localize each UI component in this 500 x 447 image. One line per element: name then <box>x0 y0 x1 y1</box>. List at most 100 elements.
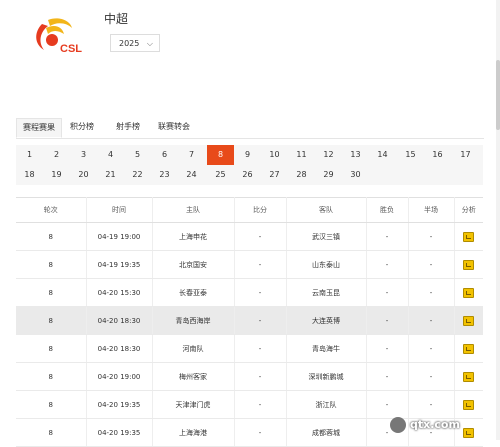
round-button-26[interactable]: 26 <box>234 165 261 185</box>
round-button-9[interactable]: 9 <box>234 145 261 165</box>
round-button-1[interactable]: 1 <box>16 145 43 165</box>
cell-time: 04-20 19:35 <box>86 418 153 447</box>
round-button-11[interactable]: 11 <box>288 145 315 165</box>
round-button-2[interactable]: 2 <box>43 145 70 165</box>
table-row: 8 04-19 19:35 北京国安 - 山东泰山 - - <box>16 250 483 279</box>
col-time-header: 时间 <box>86 197 153 223</box>
cell-time: 04-19 19:00 <box>86 222 153 251</box>
round-button-15[interactable]: 15 <box>397 145 424 165</box>
cell-away[interactable]: 山东泰山 <box>286 250 367 279</box>
round-button-30[interactable]: 30 <box>342 165 369 185</box>
col-result-header: 胜负 <box>366 197 409 223</box>
round-button-8[interactable]: 8 <box>207 145 234 165</box>
cell-time: 04-19 19:35 <box>86 250 153 279</box>
cell-away[interactable]: 深圳新鹏城 <box>286 362 367 391</box>
page-title: 中超 <box>104 12 129 26</box>
round-button-13[interactable]: 13 <box>342 145 369 165</box>
round-button-5[interactable]: 5 <box>124 145 151 165</box>
cell-home[interactable]: 上海海港 <box>152 418 235 447</box>
schedule-table: 轮次 时间 主队 比分 客队 胜负 半场 分析 8 04-19 19:00 上海… <box>16 197 483 447</box>
watermark: qtx.com <box>390 414 490 436</box>
cell-half: - <box>408 278 455 307</box>
tab-standings[interactable]: 积分榜 <box>70 118 94 138</box>
table-row: 8 04-19 19:00 上海申花 - 武汉三镇 - - <box>16 222 483 251</box>
round-button-3[interactable]: 3 <box>70 145 97 165</box>
round-button-24[interactable]: 24 <box>178 165 205 185</box>
table-row: 8 04-20 18:30 河南队 - 青岛海牛 - - <box>16 334 483 363</box>
cell-round: 8 <box>16 362 87 391</box>
table-row: 8 04-20 15:30 长春亚泰 - 云南玉昆 - - <box>16 278 483 307</box>
cell-round: 8 <box>16 278 87 307</box>
cell-home[interactable]: 长春亚泰 <box>152 278 235 307</box>
table-row-highlighted: 8 04-20 18:30 青岛西海岸 - 大连英博 - - <box>16 306 483 335</box>
cell-away[interactable]: 大连英博 <box>286 306 367 335</box>
scrollbar-thumb[interactable] <box>496 60 500 130</box>
cell-half: - <box>408 250 455 279</box>
analysis-chart-icon[interactable] <box>463 315 475 326</box>
analysis-chart-icon[interactable] <box>463 259 475 270</box>
round-button-10[interactable]: 10 <box>261 145 288 165</box>
cell-home[interactable]: 天津津门虎 <box>152 390 235 419</box>
round-button-7[interactable]: 7 <box>178 145 205 165</box>
analysis-chart-icon[interactable] <box>463 343 475 354</box>
cell-score: - <box>234 418 287 447</box>
year-select[interactable]: 2025 ⌵ <box>110 34 160 52</box>
cell-analysis <box>454 306 483 335</box>
cell-round: 8 <box>16 306 87 335</box>
round-button-23[interactable]: 23 <box>151 165 178 185</box>
cell-home[interactable]: 梅州客家 <box>152 362 235 391</box>
cell-time: 04-20 15:30 <box>86 278 153 307</box>
col-score-header: 比分 <box>234 197 287 223</box>
tab-scorers[interactable]: 射手榜 <box>116 118 140 138</box>
cell-analysis <box>454 362 483 391</box>
round-button-17[interactable]: 17 <box>452 145 479 165</box>
cell-half: - <box>408 306 455 335</box>
round-button-12[interactable]: 12 <box>315 145 342 165</box>
round-button-25[interactable]: 25 <box>207 165 234 185</box>
analysis-chart-icon[interactable] <box>463 287 475 298</box>
cell-home[interactable]: 青岛西海岸 <box>152 306 235 335</box>
cell-away[interactable]: 云南玉昆 <box>286 278 367 307</box>
round-button-4[interactable]: 4 <box>97 145 124 165</box>
analysis-chart-icon[interactable] <box>463 399 475 410</box>
cell-analysis <box>454 222 483 251</box>
round-button-22[interactable]: 22 <box>124 165 151 185</box>
chevron-down-icon: ⌵ <box>146 39 153 48</box>
cell-home[interactable]: 河南队 <box>152 334 235 363</box>
cell-round: 8 <box>16 418 87 447</box>
col-round-header: 轮次 <box>16 197 87 223</box>
round-button-21[interactable]: 21 <box>97 165 124 185</box>
cell-time: 04-20 19:00 <box>86 362 153 391</box>
cell-score: - <box>234 362 287 391</box>
round-button-28[interactable]: 28 <box>288 165 315 185</box>
cell-away[interactable]: 青岛海牛 <box>286 334 367 363</box>
cell-analysis <box>454 278 483 307</box>
cell-half: - <box>408 222 455 251</box>
round-button-27[interactable]: 27 <box>261 165 288 185</box>
cell-score: - <box>234 306 287 335</box>
cell-half: - <box>408 362 455 391</box>
round-button-19[interactable]: 19 <box>43 165 70 185</box>
cell-score: - <box>234 334 287 363</box>
analysis-chart-icon[interactable] <box>463 231 475 242</box>
round-button-16[interactable]: 16 <box>424 145 451 165</box>
cell-away[interactable]: 武汉三镇 <box>286 222 367 251</box>
cell-time: 04-20 18:30 <box>86 334 153 363</box>
cell-away[interactable]: 浙江队 <box>286 390 367 419</box>
cell-result: - <box>366 362 409 391</box>
round-button-14[interactable]: 14 <box>369 145 396 165</box>
round-button-20[interactable]: 20 <box>70 165 97 185</box>
cell-home[interactable]: 北京国安 <box>152 250 235 279</box>
cell-home[interactable]: 上海申花 <box>152 222 235 251</box>
cell-result: - <box>366 222 409 251</box>
cell-away[interactable]: 成都蓉城 <box>286 418 367 447</box>
tab-schedule[interactable]: 赛程赛果 <box>16 118 62 138</box>
year-value: 2025 <box>119 39 140 48</box>
cell-result: - <box>366 334 409 363</box>
col-away-header: 客队 <box>286 197 367 223</box>
round-button-29[interactable]: 29 <box>315 165 342 185</box>
round-button-6[interactable]: 6 <box>151 145 178 165</box>
analysis-chart-icon[interactable] <box>463 371 475 382</box>
round-button-18[interactable]: 18 <box>16 165 43 185</box>
tab-transfers[interactable]: 联赛转会 <box>158 118 190 138</box>
